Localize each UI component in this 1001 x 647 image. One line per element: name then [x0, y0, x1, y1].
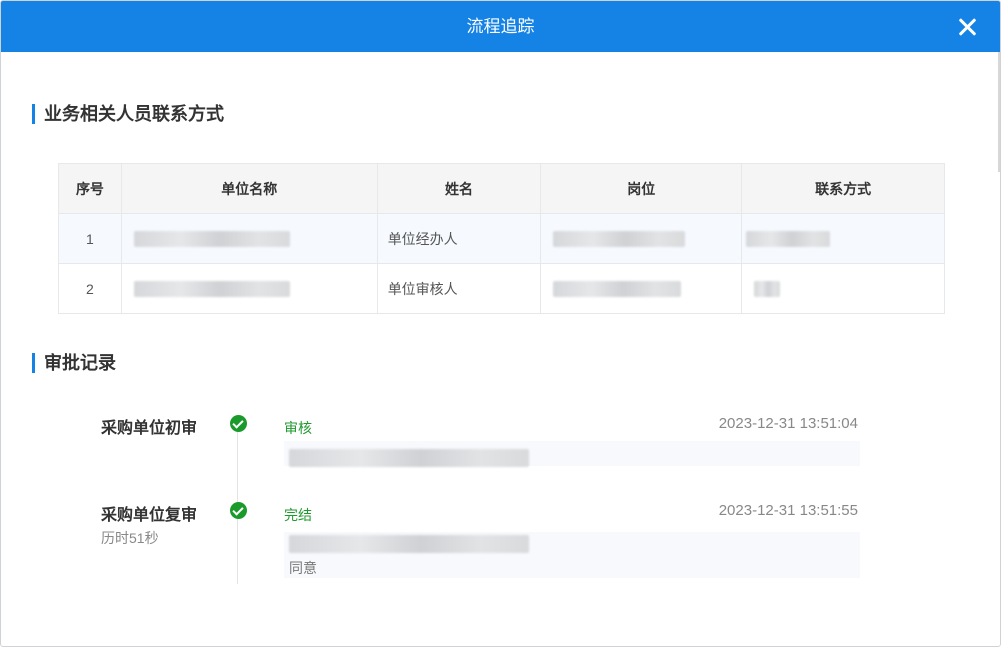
step-name: 采购单位初审: [101, 420, 198, 437]
row-position-redacted: [540, 213, 743, 264]
row-index: 1: [58, 213, 122, 264]
header-index: 序号: [58, 163, 122, 214]
check-circle-icon: [230, 415, 247, 432]
row-person-name: 单位审核人: [376, 263, 542, 314]
header-position: 岗位: [540, 163, 743, 214]
contacts-section-title: 业务相关人员联系方式: [32, 103, 224, 125]
row-contact-redacted: [741, 213, 945, 264]
header-contact: 联系方式: [741, 163, 945, 214]
step-comment: 同意: [289, 560, 317, 576]
step-timestamp: 2023-12-31 13:51:04: [718, 415, 858, 432]
dialog-title: 流程追踪: [466, 17, 535, 36]
contacts-table: 序号 单位名称 姓名 岗位 联系方式 1 单位经办人 2 单位审核人: [58, 163, 945, 314]
table-row: 1 单位经办人: [58, 213, 945, 264]
row-contact-redacted: [741, 263, 945, 314]
step-elapsed: 历时51秒: [101, 530, 159, 546]
redacted-approver: [289, 535, 529, 553]
header-unit-name: 单位名称: [120, 163, 378, 214]
process-tracking-dialog: 流程追踪 业务相关人员联系方式 序号 单位名称 姓名 岗位 联系方式 1 单位经…: [0, 0, 1001, 647]
dialog-header: 流程追踪: [1, 1, 1000, 52]
row-unit-name-redacted: [120, 213, 378, 264]
step-name: 采购单位复审: [101, 507, 198, 524]
row-person-name: 单位经办人: [376, 213, 542, 264]
header-person-name: 姓名: [376, 163, 542, 214]
row-index: 2: [58, 263, 122, 314]
step-comment-box: [284, 441, 860, 467]
scrollbar[interactable]: [998, 52, 1000, 172]
step-status: 审核: [284, 420, 312, 436]
step-status: 完结: [284, 507, 312, 523]
redacted-approver: [289, 449, 529, 467]
close-icon[interactable]: [956, 16, 978, 38]
step-timestamp: 2023-12-31 13:51:55: [718, 502, 858, 519]
table-row: 2 单位审核人: [58, 263, 945, 314]
step-comment-box: 同意: [284, 532, 860, 578]
row-position-redacted: [540, 263, 743, 314]
approval-section-title: 审批记录: [32, 352, 116, 374]
check-circle-icon: [230, 502, 247, 519]
row-unit-name-redacted: [120, 263, 378, 314]
table-header-row: 序号 单位名称 姓名 岗位 联系方式: [58, 163, 945, 214]
